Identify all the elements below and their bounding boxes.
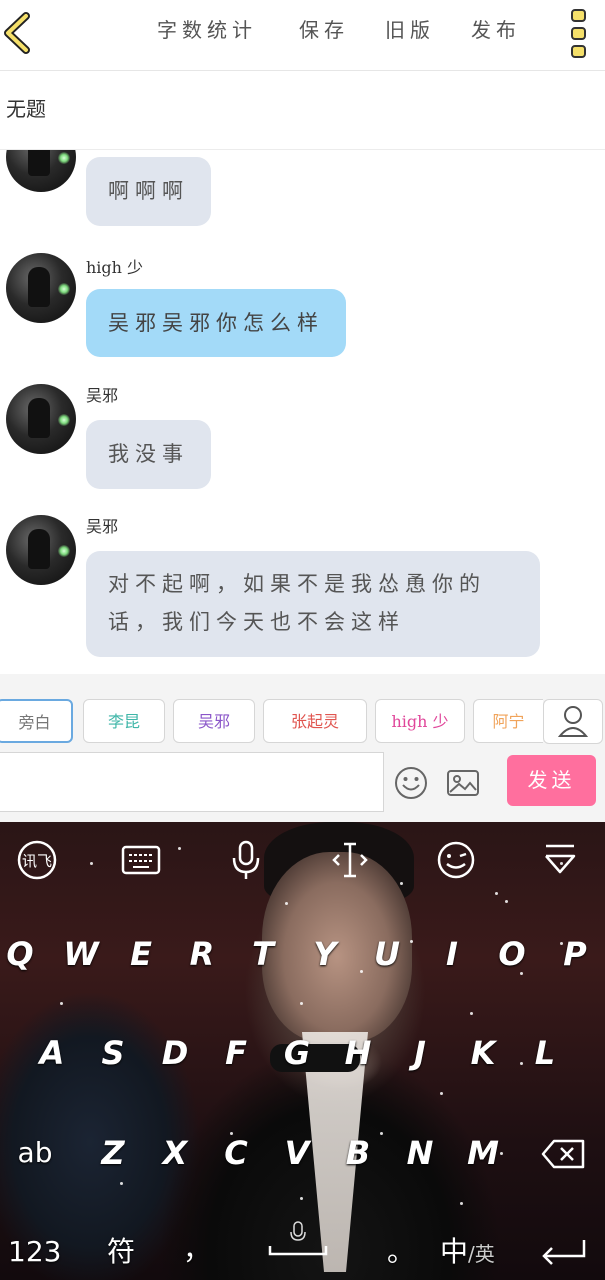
keyboard-icon[interactable] bbox=[119, 838, 163, 882]
key-f[interactable]: F bbox=[211, 1023, 261, 1083]
soft-keyboard: 讯飞 Q W E R T Y U I O P A S D F G H J K L… bbox=[0, 822, 605, 1280]
user-icon bbox=[557, 706, 589, 737]
key-q[interactable]: Q bbox=[0, 924, 45, 984]
sparkle bbox=[440, 1092, 443, 1095]
sparkle bbox=[285, 902, 288, 905]
key-s[interactable]: S bbox=[88, 1023, 138, 1083]
key-k[interactable]: K bbox=[458, 1023, 508, 1083]
key-j[interactable]: J bbox=[395, 1023, 445, 1083]
key-i[interactable]: I bbox=[427, 924, 477, 984]
sender-name: high 少 bbox=[86, 258, 144, 277]
key-symbols[interactable]: 符 bbox=[96, 1222, 146, 1280]
key-z[interactable]: Z bbox=[88, 1123, 138, 1183]
key-period[interactable]: 。 bbox=[376, 1222, 426, 1280]
sparkle bbox=[470, 1012, 473, 1015]
cursor-icon[interactable] bbox=[328, 838, 372, 882]
message-bubble[interactable]: 我没事 bbox=[86, 420, 211, 489]
emoji-face-icon[interactable] bbox=[434, 838, 478, 882]
key-c[interactable]: C bbox=[211, 1123, 261, 1183]
backspace-icon[interactable] bbox=[540, 1138, 586, 1170]
sparkle bbox=[400, 882, 403, 885]
lang-main-label: 中 bbox=[440, 1235, 469, 1268]
avatar bbox=[6, 150, 76, 192]
speaker-chip[interactable]: 吴邪 bbox=[173, 699, 255, 743]
composer: 发送 bbox=[0, 752, 605, 822]
key-m[interactable]: M bbox=[458, 1123, 508, 1183]
speaker-chip[interactable]: 张起灵 bbox=[263, 699, 367, 743]
svg-text:讯飞: 讯飞 bbox=[22, 852, 52, 870]
speaker-chip[interactable]: high 少 bbox=[375, 699, 465, 743]
more-dots-icon[interactable] bbox=[565, 9, 593, 59]
sparkle bbox=[60, 1002, 63, 1005]
key-b[interactable]: B bbox=[333, 1123, 383, 1183]
sender-name: 吴邪 bbox=[86, 517, 119, 536]
key-e[interactable]: E bbox=[116, 924, 166, 984]
chat-area[interactable]: 啊啊啊 high 少 吴邪吴邪你怎么样 吴邪 我没事 吴邪 对不起啊，如果不是我… bbox=[0, 150, 605, 674]
title-bar[interactable]: 无题 bbox=[0, 71, 605, 150]
message-bubble[interactable]: 吴邪吴邪你怎么样 bbox=[86, 289, 346, 357]
top-bar: 字数统计 保存 旧版 发布 bbox=[0, 0, 605, 71]
sparkle bbox=[300, 1002, 303, 1005]
message-line: 话，我们今天也不会这样 bbox=[108, 610, 405, 634]
lang-sub-label: /英 bbox=[468, 1242, 495, 1266]
collapse-icon[interactable] bbox=[538, 838, 582, 882]
key-l[interactable]: L bbox=[520, 1023, 570, 1083]
speaker-chip-narrator[interactable]: 旁白 bbox=[0, 699, 73, 743]
key-lang-switch[interactable]: 中/英 bbox=[440, 1222, 514, 1280]
smiley-icon[interactable] bbox=[393, 765, 429, 801]
message-line: 对不起啊，如果不是我怂恿你的 bbox=[108, 572, 486, 596]
enter-icon[interactable] bbox=[538, 1236, 588, 1266]
sender-name: 吴邪 bbox=[86, 386, 119, 405]
space-mic-icon[interactable] bbox=[266, 1220, 330, 1260]
ifly-logo-icon[interactable]: 讯飞 bbox=[15, 838, 59, 882]
message-bubble[interactable]: 啊啊啊 bbox=[86, 157, 211, 226]
sparkle bbox=[505, 900, 508, 903]
key-a[interactable]: A bbox=[27, 1023, 77, 1083]
sparkle bbox=[90, 862, 93, 865]
page-title[interactable]: 无题 bbox=[6, 93, 46, 122]
speaker-selector: 旁白 李昆 吴邪 张起灵 high 少 阿宁 bbox=[0, 674, 605, 752]
word-count-button[interactable]: 字数统计 bbox=[157, 14, 257, 46]
send-button[interactable]: 发送 bbox=[507, 755, 596, 806]
key-t[interactable]: T bbox=[238, 924, 288, 984]
key-123[interactable]: 123 bbox=[8, 1222, 61, 1280]
key-o[interactable]: O bbox=[487, 924, 537, 984]
key-h[interactable]: H bbox=[333, 1023, 383, 1083]
key-ab[interactable]: ab bbox=[10, 1123, 60, 1183]
chevron-left-icon[interactable] bbox=[0, 10, 40, 56]
speaker-chip[interactable]: 阿宁 bbox=[473, 699, 543, 743]
avatar bbox=[6, 384, 76, 454]
image-icon[interactable] bbox=[445, 765, 481, 801]
key-v[interactable]: V bbox=[272, 1123, 322, 1183]
avatar bbox=[6, 253, 76, 323]
publish-button[interactable]: 发布 bbox=[471, 14, 521, 46]
sparkle bbox=[300, 1197, 303, 1200]
old-version-button[interactable]: 旧版 bbox=[385, 14, 435, 46]
key-d[interactable]: D bbox=[150, 1023, 200, 1083]
message-input[interactable] bbox=[0, 752, 384, 812]
key-g[interactable]: G bbox=[272, 1023, 322, 1083]
avatar bbox=[6, 515, 76, 585]
key-n[interactable]: N bbox=[395, 1123, 445, 1183]
key-comma[interactable]: ， bbox=[172, 1220, 222, 1280]
key-w[interactable]: W bbox=[56, 924, 106, 984]
key-u[interactable]: U bbox=[362, 924, 412, 984]
key-p[interactable]: P bbox=[550, 924, 600, 984]
save-button[interactable]: 保存 bbox=[299, 14, 349, 46]
message-bubble[interactable]: 对不起啊，如果不是我怂恿你的 话，我们今天也不会这样 bbox=[86, 551, 540, 657]
key-x[interactable]: X bbox=[150, 1123, 200, 1183]
key-y[interactable]: Y bbox=[300, 924, 350, 984]
key-r[interactable]: R bbox=[177, 924, 227, 984]
sparkle bbox=[178, 847, 181, 850]
microphone-icon[interactable] bbox=[224, 838, 268, 882]
sparkle bbox=[495, 892, 498, 895]
speaker-chip[interactable]: 李昆 bbox=[83, 699, 165, 743]
sparkle bbox=[460, 1202, 463, 1205]
add-speaker-button[interactable] bbox=[543, 699, 603, 744]
